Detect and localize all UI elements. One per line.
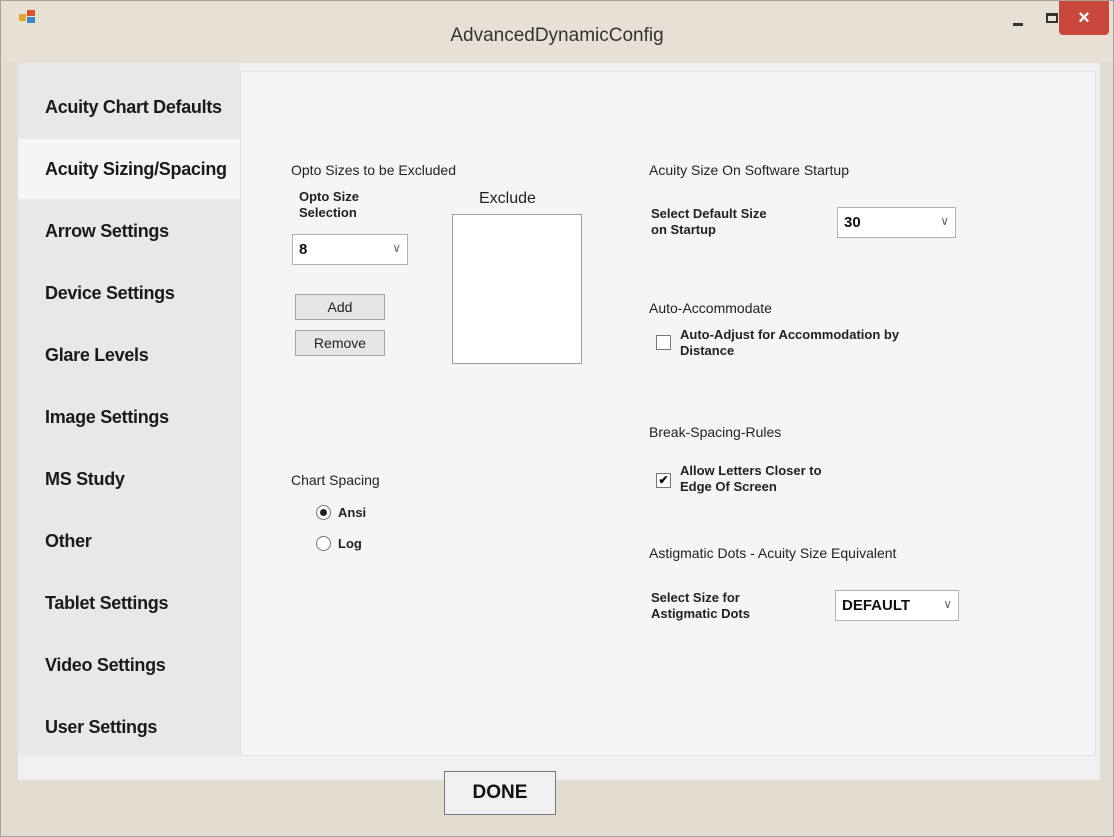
- remove-button[interactable]: Remove: [295, 330, 385, 356]
- astigmatic-size-dropdown[interactable]: DEFAULT ∨: [835, 590, 959, 621]
- tab-image-settings[interactable]: Image Settings: [18, 387, 240, 447]
- app-icon: [19, 10, 35, 23]
- auto-adjust-label: Auto-Adjust for Accommodation by Distanc…: [680, 327, 900, 358]
- maximize-icon: [1046, 13, 1058, 23]
- done-button[interactable]: DONE: [444, 771, 556, 815]
- client-area: Acuity Chart Defaults Acuity Sizing/Spac…: [18, 63, 1100, 780]
- auto-adjust-checkbox[interactable]: [656, 335, 671, 350]
- opto-size-value: 8: [299, 241, 308, 258]
- astigmatic-group-title: Astigmatic Dots - Acuity Size Equivalent: [649, 545, 897, 561]
- astigmatic-size-label: Select Size for Astigmatic Dots: [651, 590, 750, 621]
- astigmatic-size-value: DEFAULT: [842, 597, 911, 614]
- tab-arrow-settings[interactable]: Arrow Settings: [18, 201, 240, 261]
- tab-user-settings[interactable]: User Settings: [18, 697, 240, 757]
- app-window: AdvancedDynamicConfig × Acuity Chart Def…: [0, 0, 1114, 837]
- tab-acuity-chart-defaults[interactable]: Acuity Chart Defaults: [18, 77, 240, 137]
- chevron-down-icon: ∨: [943, 597, 952, 611]
- tab-tablet-settings[interactable]: Tablet Settings: [18, 573, 240, 633]
- close-button[interactable]: ×: [1059, 1, 1109, 35]
- startup-group-title: Acuity Size On Software Startup: [649, 162, 849, 178]
- tab-glare-levels[interactable]: Glare Levels: [18, 325, 240, 385]
- tab-strip: Acuity Chart Defaults Acuity Sizing/Spac…: [18, 63, 250, 757]
- chevron-down-icon: ∨: [940, 214, 949, 228]
- ansi-radio-label: Ansi: [338, 505, 367, 520]
- minimize-icon: [1013, 22, 1023, 26]
- allow-letters-closer-checkbox[interactable]: ✔: [656, 473, 671, 488]
- break-spacing-title: Break-Spacing-Rules: [649, 424, 782, 440]
- check-icon: ✔: [658, 473, 669, 487]
- ansi-radio[interactable]: [316, 505, 331, 520]
- title-bar[interactable]: AdvancedDynamicConfig ×: [1, 1, 1113, 63]
- opto-size-dropdown[interactable]: 8 ∨: [292, 234, 408, 265]
- add-button[interactable]: Add: [295, 294, 385, 320]
- window-title: AdvancedDynamicConfig: [450, 25, 664, 46]
- tab-acuity-sizing-spacing[interactable]: Acuity Sizing/Spacing: [18, 139, 250, 199]
- minimize-button[interactable]: [1001, 1, 1035, 35]
- allow-letters-closer-label: Allow Letters Closer to Edge Of Screen: [680, 463, 822, 494]
- exclude-group-title: Opto Sizes to be Excluded: [291, 162, 456, 178]
- auto-accommodate-title: Auto-Accommodate: [649, 300, 772, 316]
- chart-spacing-title: Chart Spacing: [291, 472, 380, 488]
- tab-panel-acuity-sizing-spacing: Opto Sizes to be Excluded Opto Size Sele…: [240, 71, 1096, 756]
- startup-size-value: 30: [844, 214, 861, 231]
- close-icon: ×: [1078, 6, 1090, 29]
- opto-size-selection-label: Opto Size Selection: [299, 189, 359, 220]
- tab-ms-study[interactable]: MS Study: [18, 449, 240, 509]
- exclude-listbox[interactable]: [452, 214, 582, 364]
- exclude-list-label: Exclude: [479, 190, 536, 207]
- tab-other[interactable]: Other: [18, 511, 240, 571]
- tab-video-settings[interactable]: Video Settings: [18, 635, 240, 695]
- tab-device-settings[interactable]: Device Settings: [18, 263, 240, 323]
- startup-size-label: Select Default Size on Startup: [651, 206, 767, 237]
- log-radio[interactable]: [316, 536, 331, 551]
- chevron-down-icon: ∨: [392, 241, 401, 255]
- log-radio-label: Log: [338, 536, 362, 551]
- startup-size-dropdown[interactable]: 30 ∨: [837, 207, 956, 238]
